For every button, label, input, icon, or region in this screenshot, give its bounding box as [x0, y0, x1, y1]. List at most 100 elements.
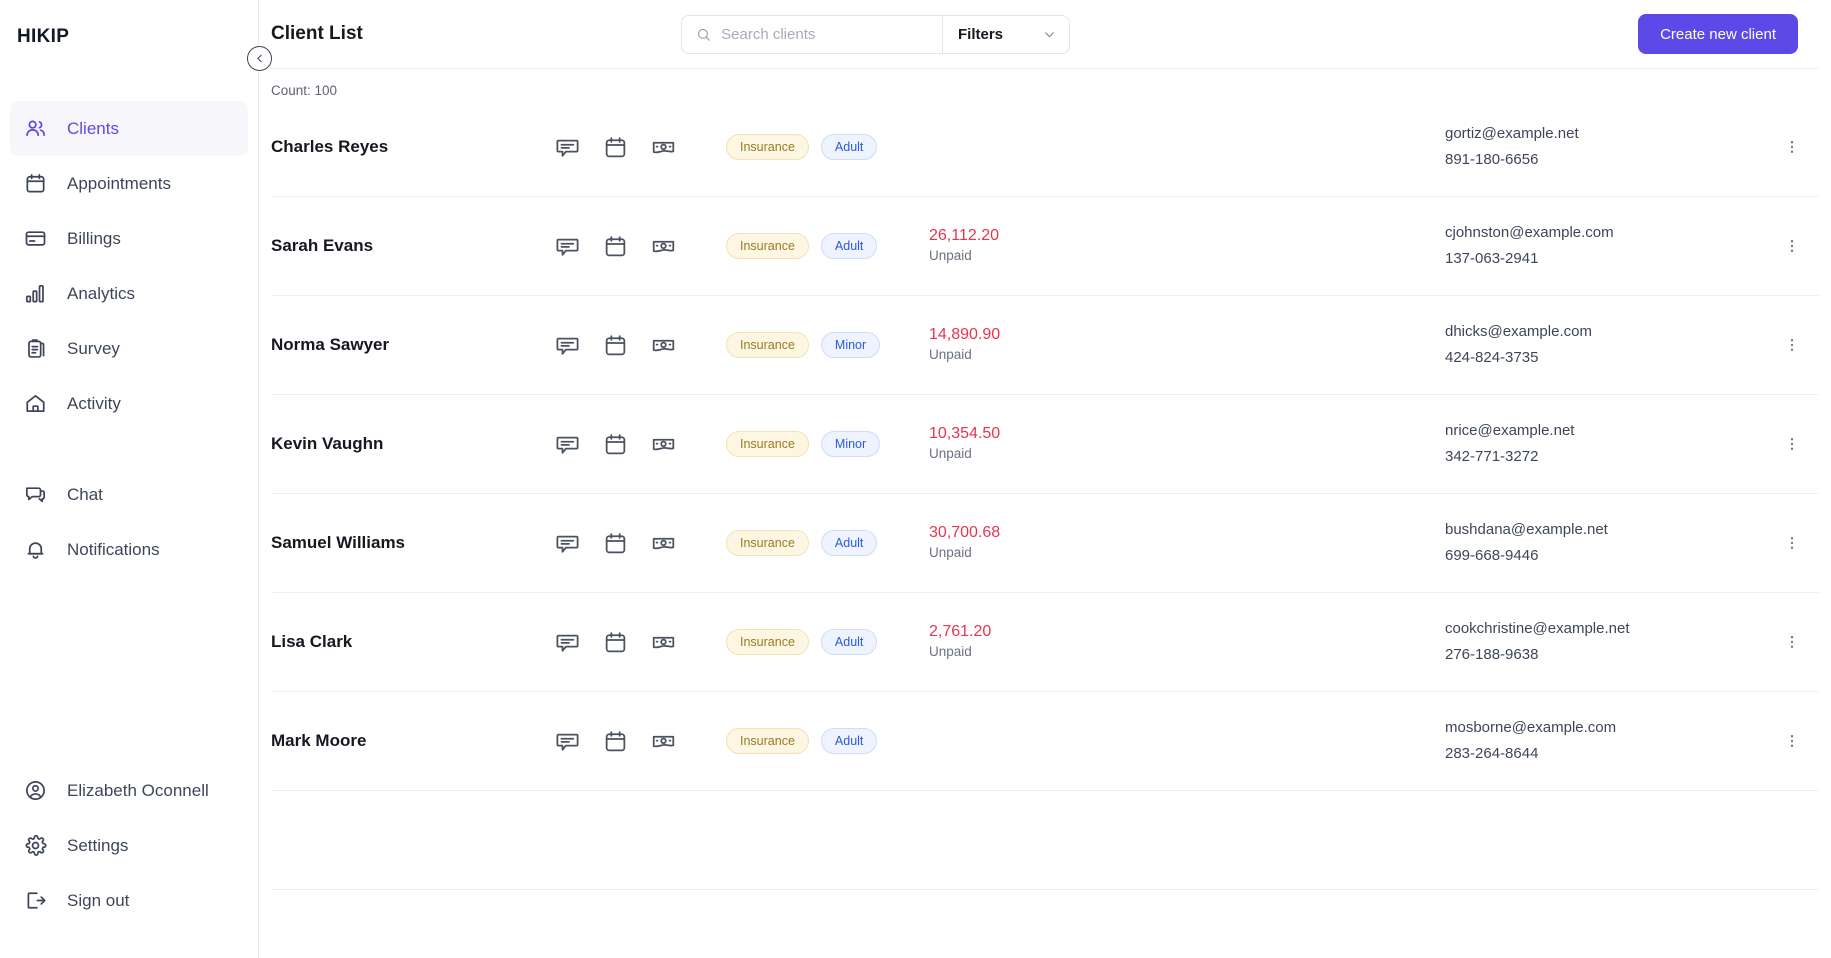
sidebar-item-settings[interactable]: Settings — [10, 818, 248, 873]
table-row[interactable]: Norma Sawyer Insurance Minor 14,890.90 Unpai… — [271, 296, 1819, 395]
calendar-icon-button[interactable] — [602, 134, 628, 160]
sidebar-collapse-button[interactable] — [247, 46, 272, 71]
create-new-client-button[interactable]: Create new client — [1638, 14, 1798, 54]
client-email: mosborne@example.com — [1445, 719, 1617, 737]
table-row[interactable]: Sarah Evans Insurance Adult 26,112.20 Unpaid… — [271, 197, 1819, 296]
client-name: Lisa Clark — [271, 632, 353, 651]
client-email: gortiz@example.net — [1445, 125, 1579, 143]
tag-insurance: Insurance — [726, 431, 809, 457]
client-phone: 137-063-2941 — [1445, 250, 1539, 267]
message-icon-button[interactable] — [554, 134, 580, 160]
row-action-icons — [554, 233, 726, 259]
row-action-icons — [554, 530, 726, 556]
table-row[interactable]: Mark Moore Insurance Adult mosborne@example… — [271, 692, 1819, 791]
sidebar-item-appointments[interactable]: Appointments — [10, 156, 248, 211]
message-icon-button[interactable] — [554, 332, 580, 358]
balance-cell: 30,700.68 Unpaid — [926, 523, 1136, 563]
sidebar-item-label: Chat — [67, 484, 103, 504]
sidebar-item-label: Sign out — [67, 890, 130, 910]
table-row[interactable]: Kevin Vaughn Insurance Minor 10,354.50 Unpai… — [271, 395, 1819, 494]
main-content: Client List Filters Create new client — [259, 0, 1831, 958]
calendar-icon — [605, 631, 625, 652]
message-icon-button[interactable] — [554, 530, 580, 556]
table-row[interactable] — [271, 791, 1819, 890]
money-icon-button[interactable] — [650, 530, 676, 556]
row-menu-button[interactable] — [1765, 237, 1819, 255]
row-menu-button[interactable] — [1765, 633, 1819, 651]
app-root: HIKIP Clients Appointments Billings Analyti… — [0, 0, 1831, 958]
calendar-icon-button[interactable] — [602, 530, 628, 556]
sidebar-item-billings[interactable]: Billings — [10, 211, 248, 266]
client-phone: 424-824-3735 — [1445, 349, 1539, 366]
sidebar-item-chat[interactable]: Chat — [10, 467, 248, 522]
sidebar-item-label: Activity — [67, 393, 121, 413]
balance-amount: 2,761.20 — [929, 623, 992, 641]
app-brand: HIKIP — [17, 26, 70, 47]
row-menu-button[interactable] — [1765, 336, 1819, 354]
contact-cell: dhicks@example.com 424-824-3735 — [1445, 319, 1765, 371]
search-box[interactable] — [681, 14, 943, 54]
user-circle-icon-wrap — [23, 778, 48, 803]
calendar-icon-wrap — [23, 171, 48, 196]
contact-cell: gortiz@example.net 891-180-6656 — [1445, 121, 1765, 173]
calendar-icon-button[interactable] — [602, 629, 628, 655]
calendar-icon-button[interactable] — [602, 728, 628, 754]
sidebar-account-nav: Elizabeth Oconnell Settings Sign out — [0, 763, 258, 958]
row-menu-button[interactable] — [1765, 435, 1819, 453]
message-icon-button[interactable] — [554, 233, 580, 259]
calendar-icon — [26, 174, 45, 193]
balance-amount: 26,112.20 — [929, 227, 999, 245]
calendar-icon-button[interactable] — [602, 233, 628, 259]
client-email: bushdana@example.net — [1445, 521, 1608, 539]
client-email: cookchristine@example.net — [1445, 620, 1630, 638]
money-icon-button[interactable] — [650, 629, 676, 655]
client-tags: Insurance Minor — [726, 431, 926, 457]
sidebar-item-clients[interactable]: Clients — [10, 101, 248, 156]
money-icon-button[interactable] — [650, 332, 676, 358]
tag-adult: Adult — [820, 233, 878, 259]
bell-icon — [27, 542, 44, 559]
client-list: Charles Reyes Insurance Adult gortiz@exampl… — [259, 98, 1831, 890]
sidebar-item-analytics[interactable]: Analytics — [10, 266, 248, 321]
sidebar: HIKIP Clients Appointments Billings Analyti… — [0, 0, 259, 958]
message-icon-button[interactable] — [554, 431, 580, 457]
sidebar-item-survey[interactable]: Survey — [10, 321, 248, 376]
search-filter-cluster: Filters — [681, 14, 1070, 54]
sidebar-item-notifications[interactable]: Notifications — [10, 522, 248, 577]
more-vertical-icon — [1790, 240, 1794, 252]
money-icon — [652, 339, 674, 351]
balance-cell: 26,112.20 Unpaid — [926, 226, 1136, 266]
calendar-icon-button[interactable] — [602, 332, 628, 358]
row-menu-button[interactable] — [1765, 138, 1819, 156]
client-name: Charles Reyes — [271, 137, 389, 156]
filters-dropdown[interactable]: Filters — [943, 14, 1070, 54]
balance-amount: 30,700.68 — [929, 524, 1001, 542]
money-icon-button[interactable] — [650, 134, 676, 160]
calendar-icon-button[interactable] — [602, 431, 628, 457]
money-icon-button[interactable] — [650, 233, 676, 259]
sidebar-item-activity[interactable]: Activity — [10, 376, 248, 431]
search-input[interactable] — [721, 25, 928, 43]
tag-adult: Adult — [820, 728, 878, 754]
tag-insurance: Insurance — [726, 233, 809, 259]
users-icon-wrap — [23, 116, 48, 141]
money-icon-button[interactable] — [650, 728, 676, 754]
filters-label: Filters — [958, 25, 1004, 43]
tag-minor: Minor — [820, 332, 881, 358]
sidebar-item-label: Billings — [67, 228, 121, 248]
contact-cell: bushdana@example.net 699-668-9446 — [1445, 517, 1765, 569]
sidebar-item-elizabeth-oconnell[interactable]: Elizabeth Oconnell — [10, 763, 248, 818]
row-menu-button[interactable] — [1765, 732, 1819, 750]
table-row[interactable]: Samuel Williams Insurance Adult 30,700.68 Un… — [271, 494, 1819, 593]
clipboard-icon — [28, 339, 45, 358]
sidebar-item-sign-out[interactable]: Sign out — [10, 873, 248, 928]
row-menu-button[interactable] — [1765, 534, 1819, 552]
tag-adult: Adult — [820, 629, 878, 655]
message-icon-button[interactable] — [554, 629, 580, 655]
money-icon-button[interactable] — [650, 431, 676, 457]
client-tags: Insurance Adult — [726, 134, 926, 160]
client-name: Kevin Vaughn — [271, 434, 384, 453]
message-icon-button[interactable] — [554, 728, 580, 754]
table-row[interactable]: Lisa Clark Insurance Adult 2,761.20 Unpaid co… — [271, 593, 1819, 692]
table-row[interactable]: Charles Reyes Insurance Adult gortiz@exampl… — [271, 98, 1819, 197]
